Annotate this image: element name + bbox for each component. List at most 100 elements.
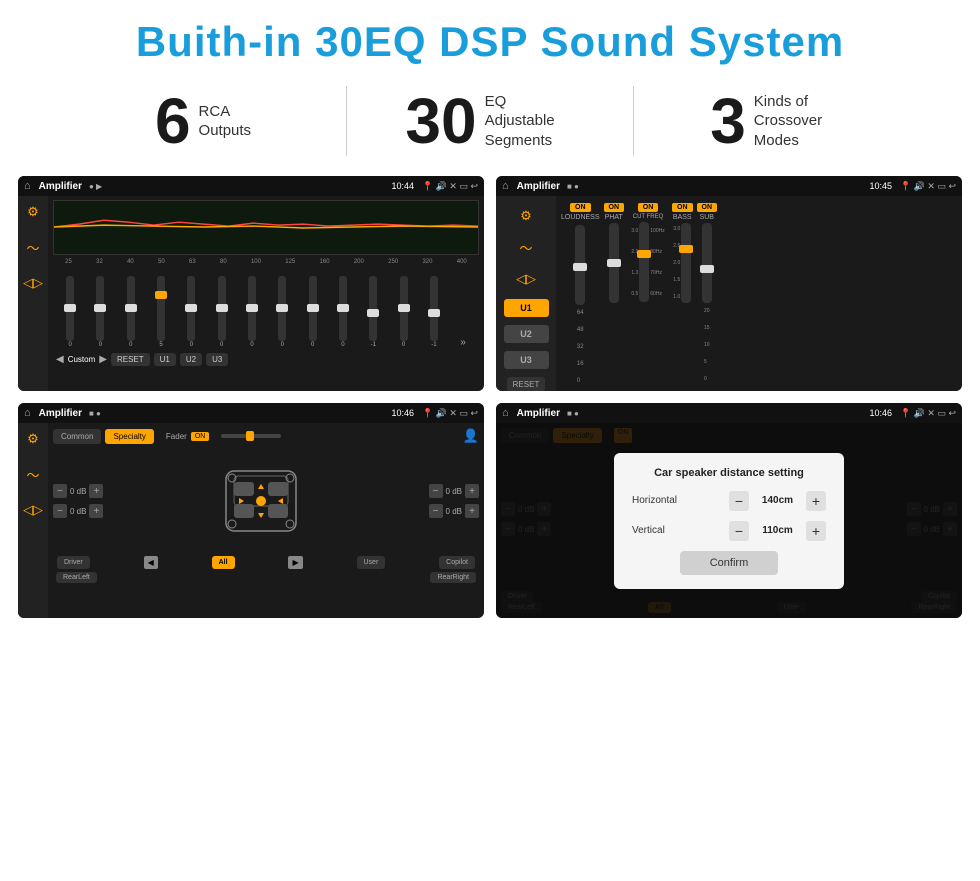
eq-slider-8[interactable]: 0 [309,276,317,348]
tab-common-3[interactable]: Common [53,429,101,444]
stats-row: 6 RCA Outputs 30 EQ Adjustable Segments … [0,78,980,170]
ctrl-sub: ON SUB 20151050 [697,203,718,387]
nav-left-arrow[interactable]: ◀ [144,556,158,569]
eq-reset-btn[interactable]: RESET [111,353,150,366]
eq-next-icon[interactable]: ▶ [99,354,107,365]
stat-rca: 6 RCA Outputs [60,89,346,153]
dialog-horizontal-label: Horizontal [632,495,692,506]
tab-specialty-3[interactable]: Specialty [105,429,153,444]
status-dots-2: ■ ● [567,182,579,191]
confirm-button[interactable]: Confirm [680,551,779,575]
freq-labels: 253240506380100125160200250320400 [53,259,479,265]
db-minus-fl[interactable]: − [53,484,67,498]
vertical-minus-btn[interactable]: − [729,521,749,541]
cross-reset-btn[interactable]: RESET [507,377,546,391]
nav-right-arrow[interactable]: ▶ [288,556,302,569]
horizontal-plus-btn[interactable]: + [806,491,826,511]
nav-driver[interactable]: Driver [57,556,90,569]
eq-slider-1[interactable]: 0 [96,276,104,348]
nav-all[interactable]: All [212,556,235,569]
phat-on[interactable]: ON [604,203,625,212]
db-minus-fr[interactable]: − [429,484,443,498]
cross-u3-btn[interactable]: U3 [504,351,549,369]
db-plus-rr[interactable]: + [465,504,479,518]
sub-on[interactable]: ON [697,203,718,212]
cross-main: ON LOUDNESS 644832160 ON PHAT [556,196,962,391]
cross-u2-btn[interactable]: U2 [504,325,549,343]
fader-wave-icon[interactable]: 〜 [26,465,39,484]
eq-wave-icon[interactable]: 〜 [26,238,39,257]
fader-h-sliders[interactable] [221,429,281,443]
eq-slider-9[interactable]: 0 [339,276,347,348]
fader-top-row: Common Specialty Fader ON 👤 [53,428,479,444]
eq-preset-label: Custom [68,355,96,364]
cross-wave-icon[interactable]: 〜 [519,238,532,257]
eq-slider-6[interactable]: 0 [248,276,256,348]
home-icon-1[interactable]: ⌂ [24,180,31,192]
eq-volume-icon[interactable]: ◁▷ [23,275,43,291]
eq-slider-5[interactable]: 0 [218,276,226,348]
cutfreq-on[interactable]: ON [638,203,659,212]
ctrl-phat: ON PHAT [604,203,625,387]
eq-u3-btn[interactable]: U3 [206,353,228,366]
horizontal-minus-btn[interactable]: − [729,491,749,511]
eq-slider-4[interactable]: 0 [187,276,195,348]
app-title-4: Amplifier [517,408,560,419]
eq-main: 253240506380100125160200250320400 0 0 0 [48,196,484,391]
eq-u2-btn[interactable]: U2 [180,353,202,366]
home-icon-2[interactable]: ⌂ [502,180,509,192]
fader-on-badge[interactable]: ON [191,432,210,441]
cross-eq-icon[interactable]: ⚙ [520,208,532,224]
fader-eq-icon[interactable]: ⚙ [27,431,39,447]
eq-slider-2[interactable]: 0 [127,276,135,348]
db-plus-fl[interactable]: + [89,484,103,498]
eq-slider-11[interactable]: 0 [400,276,408,348]
eq-u1-btn[interactable]: U1 [154,353,176,366]
cross-vol-icon[interactable]: ◁▷ [516,271,536,287]
cross-left: ⚙ 〜 ◁▷ U1 U2 U3 RESET [496,196,556,391]
db-val-fl: 0 dB [70,487,86,496]
dialog-title: Car speaker distance setting [632,467,826,479]
app-title-2: Amplifier [517,181,560,192]
eq-slider-3[interactable]: 5 [157,276,165,348]
nav-user[interactable]: User [357,556,386,569]
eq-prev-icon[interactable]: ◀ [56,354,64,365]
screenshots-grid: ⌂ Amplifier ● ▶ 10:44 📍 🔊 ✕ ▭ ↩ ⚙ 〜 ◁▷ [0,170,980,624]
screen-crossover: ⌂ Amplifier ■ ● 10:45 📍 🔊 ✕ ▭ ↩ ⚙ 〜 ◁▷ U… [496,176,962,391]
loudness-on[interactable]: ON [570,203,591,212]
home-icon-4[interactable]: ⌂ [502,407,509,419]
dialog-horizontal-row: Horizontal − 140cm + [632,491,826,511]
eq-sliders-icon[interactable]: ⚙ [27,204,39,220]
db-ctrl-fl: − 0 dB + [53,484,103,498]
eq-slider-more[interactable]: » [460,337,466,348]
stat-text-rca: RCA Outputs [199,102,252,141]
bass-on[interactable]: ON [672,203,693,212]
fader-main: Common Specialty Fader ON 👤 − 0 d [48,423,484,618]
page-title: Buith-in 30EQ DSP Sound System [10,18,970,66]
nav-rearleft[interactable]: RearLeft [56,572,97,583]
screen-fader: ⌂ Amplifier ■ ● 10:46 📍 🔊 ✕ ▭ ↩ ⚙ 〜 ◁▷ C… [18,403,484,618]
cross-u1-btn[interactable]: U1 [504,299,549,317]
nav-rearright[interactable]: RearRight [430,572,476,583]
eq-graph [53,200,479,255]
db-minus-rl[interactable]: − [53,504,67,518]
db-plus-fr[interactable]: + [465,484,479,498]
eq-slider-0[interactable]: 0 [66,276,74,348]
fader-settings-icon[interactable]: 👤 [463,428,479,444]
status-icons-3: 📍 🔊 ✕ ▭ ↩ [422,408,478,419]
ctrl-loudness: ON LOUDNESS 644832160 [561,203,600,387]
eq-sliders[interactable]: 0 0 0 5 0 [53,268,479,348]
db-plus-rl[interactable]: + [89,504,103,518]
db-minus-rr[interactable]: − [429,504,443,518]
eq-slider-12[interactable]: -1 [430,276,438,348]
home-icon-3[interactable]: ⌂ [24,407,31,419]
eq-slider-10[interactable]: -1 [369,276,377,348]
time-2: 10:45 [869,181,892,191]
eq-nav-row: ◀ Custom ▶ RESET U1 U2 U3 [53,351,479,368]
eq-slider-7[interactable]: 0 [278,276,286,348]
nav-copilot[interactable]: Copilot [439,556,475,569]
vertical-plus-btn[interactable]: + [806,521,826,541]
fader-vol-icon[interactable]: ◁▷ [23,502,43,518]
status-bar-2: ⌂ Amplifier ■ ● 10:45 📍 🔊 ✕ ▭ ↩ [496,176,962,196]
stat-text-crossover: Kinds of Crossover Modes [754,92,844,151]
